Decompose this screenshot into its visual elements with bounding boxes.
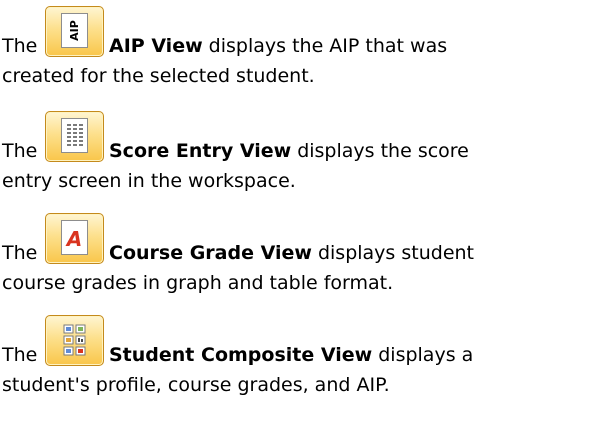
course-grade-view-description: The A Course Grade View displays student… <box>2 213 602 297</box>
score-entry-view-icon <box>45 111 104 162</box>
student-composite-view-icon <box>45 315 104 366</box>
course-grade-view-text-continued: course grades in graph and table format. <box>2 272 394 294</box>
aip-view-text: displays the AIP that was <box>202 35 448 57</box>
aip-view-title: AIP View <box>109 35 203 57</box>
course-grade-view-icon: A <box>45 213 104 264</box>
score-entry-view-title: Score Entry View <box>109 140 292 162</box>
aip-view-icon: AIP <box>45 6 104 57</box>
course-grade-view-title: Course Grade View <box>109 242 312 264</box>
student-composite-view-title: Student Composite View <box>109 344 373 366</box>
the-label: The <box>2 242 38 264</box>
score-entry-view-description: The Score Entry View displays the score <box>2 111 602 195</box>
student-composite-view-text: displays a <box>372 344 474 366</box>
svg-text:AIP: AIP <box>68 20 81 41</box>
svg-text:A: A <box>65 227 82 251</box>
score-entry-view-text: displays the score <box>291 140 469 162</box>
aip-view-text-continued: created for the selected student. <box>2 65 315 87</box>
the-label: The <box>2 140 38 162</box>
student-composite-view-description: The Student Composite View displays a st… <box>2 315 602 399</box>
the-label: The <box>2 35 38 57</box>
course-grade-view-text: displays student <box>311 242 474 264</box>
student-composite-view-text-continued: student's profile, course grades, and AI… <box>2 374 390 396</box>
score-entry-view-text-continued: entry screen in the workspace. <box>2 170 296 192</box>
aip-view-description: The AIP AIP View displays the AIP that w… <box>2 6 602 90</box>
the-label: The <box>2 344 38 366</box>
